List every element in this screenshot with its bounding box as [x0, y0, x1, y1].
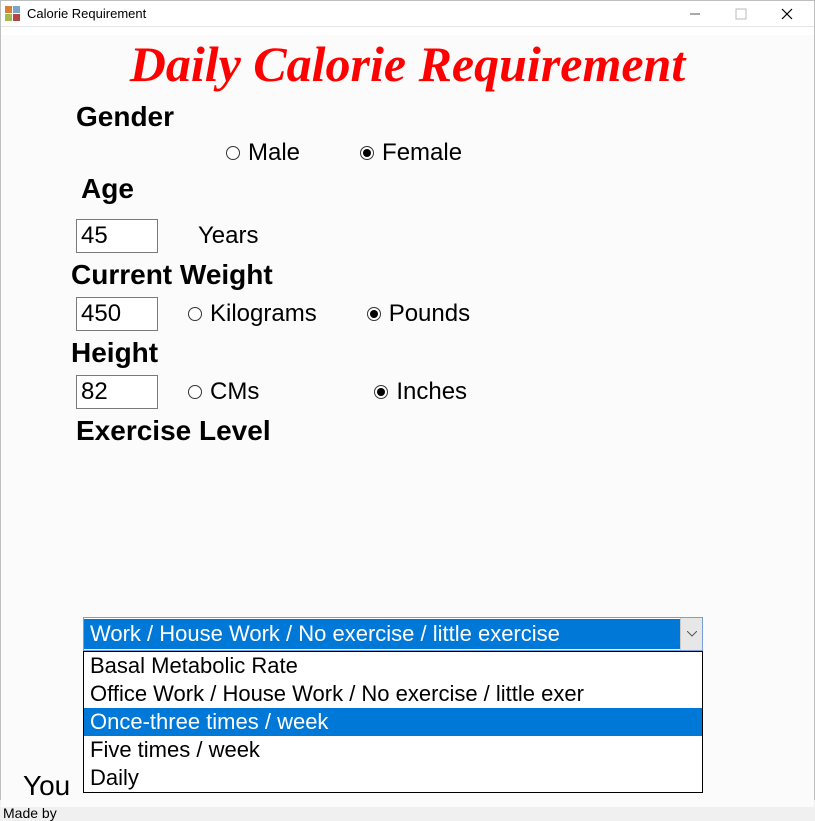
- radio-icon: [360, 146, 374, 160]
- weight-lb-label: Pounds: [389, 300, 470, 328]
- exercise-option[interactable]: Five times / week: [84, 736, 702, 764]
- gender-male-radio[interactable]: Male: [226, 139, 300, 167]
- titlebar: Calorie Requirement: [1, 1, 814, 27]
- made-by-text: Made by: [3, 805, 57, 821]
- radio-icon: [188, 307, 202, 321]
- gender-female-label: Female: [382, 139, 462, 167]
- exercise-option[interactable]: Basal Metabolic Rate: [84, 652, 702, 680]
- exercise-label: Exercise Level: [76, 415, 814, 447]
- radio-icon: [188, 385, 202, 399]
- height-input[interactable]: [76, 375, 158, 409]
- radio-icon: [374, 385, 388, 399]
- minimize-button[interactable]: [672, 1, 718, 27]
- exercise-dropdown-list: Basal Metabolic Rate Office Work / House…: [83, 651, 703, 793]
- exercise-selected[interactable]: Work / House Work / No exercise / little…: [83, 617, 703, 651]
- gender-female-radio[interactable]: Female: [360, 139, 462, 167]
- age-unit-label: Years: [198, 222, 259, 250]
- exercise-option[interactable]: Once-three times / week: [84, 708, 702, 736]
- chevron-down-icon[interactable]: [680, 618, 702, 650]
- height-cm-label: CMs: [210, 378, 259, 406]
- height-label: Height: [71, 337, 814, 369]
- radio-icon: [226, 146, 240, 160]
- weight-input[interactable]: [76, 297, 158, 331]
- window-title: Calorie Requirement: [27, 6, 146, 21]
- gender-male-label: Male: [248, 139, 300, 167]
- exercise-selected-text: Work / House Work / No exercise / little…: [84, 619, 680, 649]
- exercise-option[interactable]: Daily: [84, 764, 702, 792]
- weight-kg-radio[interactable]: Kilograms: [188, 300, 317, 328]
- content-area: Daily Calorie Requirement Gender Male Fe…: [1, 35, 814, 807]
- height-in-label: Inches: [396, 378, 467, 406]
- age-label: Age: [81, 173, 814, 205]
- height-cm-radio[interactable]: CMs: [188, 378, 259, 406]
- weight-lb-radio[interactable]: Pounds: [367, 300, 470, 328]
- weight-kg-label: Kilograms: [210, 300, 317, 328]
- age-input[interactable]: [76, 219, 158, 253]
- result-text-partial: You: [23, 770, 70, 802]
- app-window: Calorie Requirement Daily Calorie Requir…: [0, 0, 815, 800]
- gender-label: Gender: [76, 101, 814, 133]
- maximize-button[interactable]: [718, 1, 764, 27]
- exercise-combobox[interactable]: Work / House Work / No exercise / little…: [83, 617, 703, 793]
- exercise-option[interactable]: Office Work / House Work / No exercise /…: [84, 680, 702, 708]
- close-button[interactable]: [764, 1, 810, 27]
- weight-label: Current Weight: [71, 259, 814, 291]
- app-icon: [5, 6, 21, 22]
- page-title: Daily Calorie Requirement: [1, 35, 814, 93]
- radio-icon: [367, 307, 381, 321]
- height-in-radio[interactable]: Inches: [374, 378, 467, 406]
- gender-radio-group: Male Female: [226, 139, 522, 167]
